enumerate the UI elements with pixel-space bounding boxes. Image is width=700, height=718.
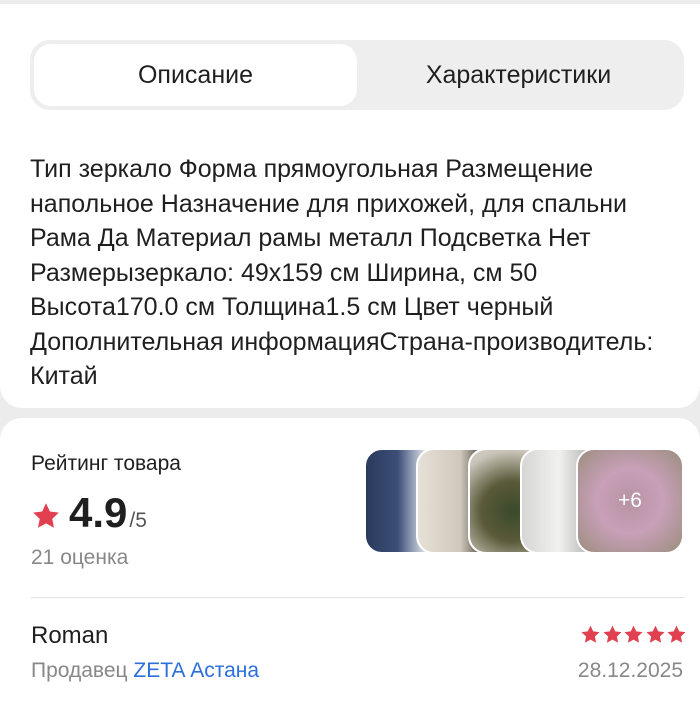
star-icon <box>667 625 686 643</box>
rating-value: 4.9 <box>69 489 128 536</box>
review-photos: +6 <box>364 448 684 554</box>
star-icon <box>33 503 59 528</box>
seller-link[interactable]: ZETA Астана <box>133 659 259 682</box>
rating-count: 21 оценка <box>31 546 129 569</box>
tab-description[interactable]: Описание <box>34 44 357 106</box>
description-card: Описание Характеристики Тип зеркало Форм… <box>0 4 700 408</box>
divider <box>31 597 684 598</box>
rating-label: Рейтинг товара <box>31 452 181 475</box>
seller-prefix: Продавец <box>31 659 128 682</box>
product-description: Тип зеркало Форма прямоугольная Размещен… <box>30 155 654 390</box>
review-stars <box>580 624 688 645</box>
star-icon <box>581 625 600 643</box>
star-icon <box>624 625 643 643</box>
review-date: 28.12.2025 <box>577 659 683 682</box>
rating-summary: 4.9 /5 <box>31 489 147 537</box>
reviewer-name: Roman <box>31 622 109 649</box>
description-tabs: Описание Характеристики <box>30 40 684 110</box>
rating-max: /5 <box>129 509 147 532</box>
more-photos-count: +6 <box>618 489 642 512</box>
star-icon <box>602 625 622 643</box>
review-seller: Продавец ZETA Астана <box>31 659 259 683</box>
star-icon <box>645 625 665 643</box>
tab-characteristics[interactable]: Характеристики <box>357 44 680 106</box>
more-photos-button[interactable]: +6 <box>576 448 684 554</box>
